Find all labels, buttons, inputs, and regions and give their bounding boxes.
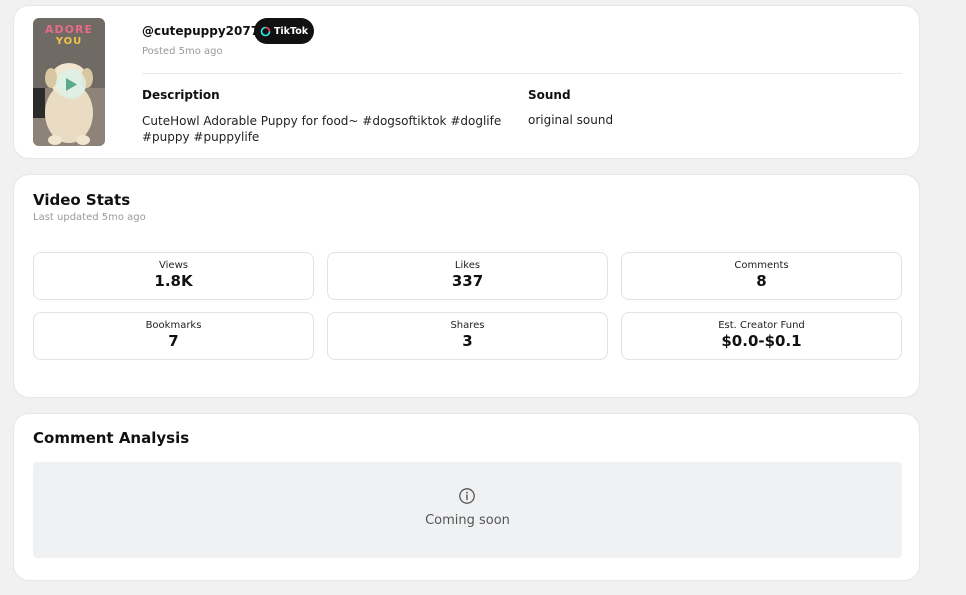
- stat-label: Est. Creator Fund: [718, 320, 805, 331]
- divider: [142, 73, 902, 74]
- sound-label: Sound: [528, 88, 571, 102]
- creator-handle[interactable]: @cutepuppy2077: [142, 24, 259, 38]
- last-updated: Last updated 5mo ago: [33, 212, 146, 223]
- stat-value: $0.0-$0.1: [721, 332, 802, 350]
- stat-views: Views 1.8K: [33, 252, 314, 300]
- video-stats-card: Video Stats Last updated 5mo ago Views 1…: [13, 174, 920, 398]
- coming-soon-text: Coming soon: [425, 513, 510, 528]
- video-thumbnail[interactable]: ADORE YOU: [33, 18, 105, 146]
- thumbnail-caption-line1: ADORE: [45, 23, 93, 36]
- stat-value: 7: [168, 332, 179, 350]
- stat-bookmarks: Bookmarks 7: [33, 312, 314, 360]
- video-info-card: ADORE YOU @cutepuppy2077 TikTok Posted 5…: [13, 5, 920, 159]
- stat-comments: Comments 8: [621, 252, 902, 300]
- comment-analysis-card: Comment Analysis Coming soon: [13, 413, 920, 581]
- section-title-comment-analysis: Comment Analysis: [33, 429, 190, 447]
- stat-label: Bookmarks: [145, 320, 202, 331]
- stat-value: 3: [462, 332, 473, 350]
- platform-badge: TikTok: [254, 18, 314, 44]
- sound-text: original sound: [528, 113, 614, 127]
- tiktok-icon: [260, 26, 271, 36]
- stat-label: Likes: [454, 260, 481, 271]
- stat-value: 8: [756, 272, 767, 290]
- posted-time: Posted 5mo ago: [142, 46, 223, 57]
- section-title-video-stats: Video Stats: [33, 191, 131, 209]
- play-icon[interactable]: [56, 69, 86, 99]
- description-text: CuteHowl Adorable Puppy for food~ #dogso…: [142, 114, 502, 144]
- platform-badge-label: TikTok: [273, 25, 309, 37]
- thumbnail-caption-line2: YOU: [55, 36, 83, 47]
- stat-label: Views: [159, 260, 188, 271]
- stat-likes: Likes 337: [327, 252, 608, 300]
- description-label: Description: [142, 88, 220, 102]
- stat-creator-fund: Est. Creator Fund $0.0-$0.1: [621, 312, 902, 360]
- stat-shares: Shares 3: [327, 312, 608, 360]
- stat-value: 1.8K: [154, 272, 193, 290]
- stat-value: 337: [451, 272, 484, 290]
- coming-soon-panel: Coming soon: [33, 462, 902, 558]
- stat-label: Shares: [450, 320, 485, 331]
- stat-label: Comments: [734, 260, 789, 271]
- info-icon: [459, 488, 475, 504]
